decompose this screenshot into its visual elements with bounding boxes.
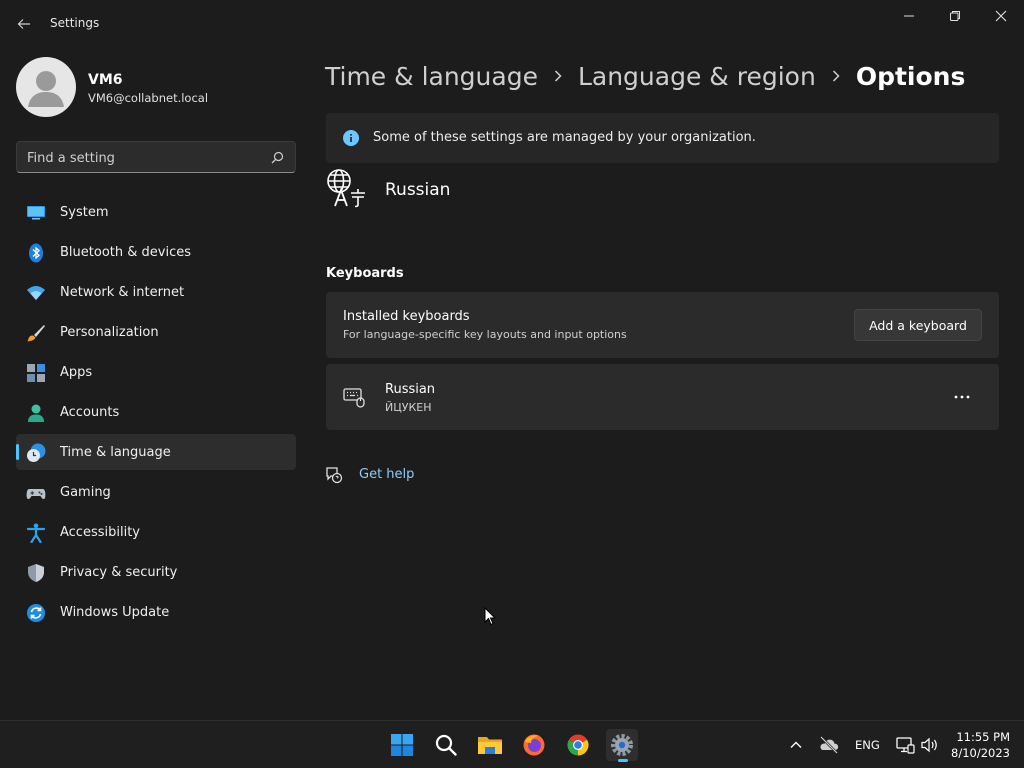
update-icon	[27, 604, 45, 622]
clock-globe-icon	[27, 443, 46, 462]
back-button[interactable]	[10, 10, 38, 38]
settings-window: Settings VM6 VM6@collabnet.local Find a …	[0, 0, 1024, 768]
sidebar-item-personalization[interactable]: Personalization	[16, 314, 296, 350]
keyboards-section-title: Keyboards	[326, 266, 404, 281]
sidebar-item-network[interactable]: Network & internet	[16, 274, 296, 310]
firefox-icon	[523, 734, 545, 756]
taskbar-search-button[interactable]	[430, 729, 462, 761]
more-icon	[954, 395, 970, 399]
sidebar-item-label: Privacy & security	[60, 565, 178, 580]
mouse-cursor-icon	[484, 607, 496, 626]
installed-keyboards-card: Installed keyboards For language-specifi…	[326, 292, 999, 358]
shield-icon	[28, 564, 44, 582]
sidebar-item-label: System	[60, 205, 109, 220]
more-options-button[interactable]	[946, 382, 978, 412]
breadcrumb: Time & language Language & region Option…	[325, 58, 965, 94]
page-title: Options	[855, 61, 966, 91]
restore-button[interactable]	[932, 2, 978, 30]
language-title: Russian	[385, 180, 451, 200]
start-button[interactable]	[386, 729, 418, 761]
gamepad-icon	[26, 489, 46, 500]
sidebar-item-time-language[interactable]: Time & language	[16, 434, 296, 470]
search-icon	[435, 734, 457, 756]
title-bar: Settings	[0, 0, 1024, 48]
taskbar: ENG 11:55 PM 8/10/2023	[0, 720, 1024, 768]
clock-date[interactable]: 8/10/2023	[944, 746, 1010, 760]
keyboard-item-russian[interactable]: Russian ЙЦУКЕН	[326, 364, 999, 430]
keyboard-name: Russian	[385, 382, 436, 397]
add-keyboard-button[interactable]: Add a keyboard	[854, 309, 982, 341]
user-silhouette-icon	[28, 71, 64, 107]
firefox-button[interactable]	[518, 729, 550, 761]
clock-time[interactable]: 11:55 PM	[944, 730, 1010, 744]
apps-icon	[27, 364, 45, 382]
sidebar-item-label: Bluetooth & devices	[60, 245, 191, 260]
brush-icon	[27, 325, 45, 342]
sidebar-item-privacy[interactable]: Privacy & security	[16, 554, 296, 590]
settings-icon	[611, 734, 633, 756]
keyboard-layout: ЙЦУКЕН	[385, 401, 432, 414]
close-icon	[995, 10, 1007, 22]
sidebar-item-gaming[interactable]: Gaming	[16, 474, 296, 510]
chevron-right-icon	[554, 70, 562, 82]
settings-taskbar-button[interactable]	[606, 729, 638, 762]
installed-keyboards-title: Installed keyboards	[343, 309, 470, 324]
sidebar-item-label: Time & language	[60, 445, 171, 460]
selection-indicator	[16, 444, 19, 460]
keyboard-icon	[343, 388, 365, 408]
sidebar-item-label: Accounts	[60, 405, 120, 420]
sidebar-item-label: Network & internet	[60, 285, 185, 300]
sidebar-item-accounts[interactable]: Accounts	[16, 394, 296, 430]
search-box[interactable]	[16, 141, 296, 173]
avatar[interactable]	[16, 57, 76, 117]
search-input[interactable]	[27, 148, 267, 168]
info-bar: Some of these settings are managed by yo…	[326, 113, 999, 163]
search-icon	[271, 151, 284, 164]
info-icon	[343, 130, 359, 146]
chevron-up-icon[interactable]	[788, 737, 804, 753]
restore-icon	[950, 11, 960, 21]
sidebar-item-label: Windows Update	[60, 605, 170, 620]
minimize-icon	[904, 15, 914, 17]
sidebar-item-label: Accessibility	[60, 525, 140, 540]
sidebar-item-bluetooth[interactable]: Bluetooth & devices	[16, 234, 296, 270]
sidebar-item-label: Gaming	[60, 485, 111, 500]
sidebar-item-apps[interactable]: Apps	[16, 354, 296, 390]
start-icon	[391, 734, 413, 756]
app-title: Settings	[50, 16, 100, 30]
network-icon[interactable]	[895, 735, 915, 755]
user-email: VM6@collabnet.local	[88, 91, 209, 105]
close-button[interactable]	[978, 2, 1024, 30]
sidebar-item-system[interactable]: System	[16, 194, 296, 230]
sidebar-item-accessibility[interactable]: Accessibility	[16, 514, 296, 550]
sidebar-nav: System Bluetooth & devices Network & int…	[16, 194, 296, 634]
input-language-indicator[interactable]: ENG	[855, 738, 880, 752]
user-name: VM6	[88, 72, 123, 88]
chrome-button[interactable]	[562, 729, 594, 761]
person-icon	[28, 404, 44, 422]
bluetooth-icon	[29, 243, 43, 263]
sidebar-item-label: Personalization	[60, 325, 159, 340]
sidebar-item-windows-update[interactable]: Windows Update	[16, 594, 296, 630]
info-text: Some of these settings are managed by yo…	[373, 130, 756, 145]
breadcrumb-time-language[interactable]: Time & language	[325, 62, 538, 91]
accessibility-icon	[26, 523, 46, 543]
help-icon	[326, 467, 343, 484]
file-explorer-icon	[478, 737, 502, 754]
wifi-icon	[27, 286, 45, 300]
active-app-indicator	[618, 759, 628, 762]
get-help-link[interactable]: Get help	[359, 467, 414, 482]
system-icon	[27, 206, 45, 220]
onedrive-offline-icon[interactable]	[818, 735, 840, 755]
chrome-icon	[567, 734, 589, 756]
back-arrow-icon	[17, 19, 30, 29]
volume-icon[interactable]	[920, 735, 940, 755]
file-explorer-button[interactable]	[474, 729, 506, 761]
breadcrumb-language-region[interactable]: Language & region	[578, 62, 816, 91]
language-icon	[327, 169, 365, 208]
chevron-right-icon	[832, 70, 840, 82]
minimize-button[interactable]	[886, 2, 932, 30]
installed-keyboards-description: For language-specific key layouts and in…	[343, 328, 627, 341]
sidebar-item-label: Apps	[60, 365, 93, 380]
